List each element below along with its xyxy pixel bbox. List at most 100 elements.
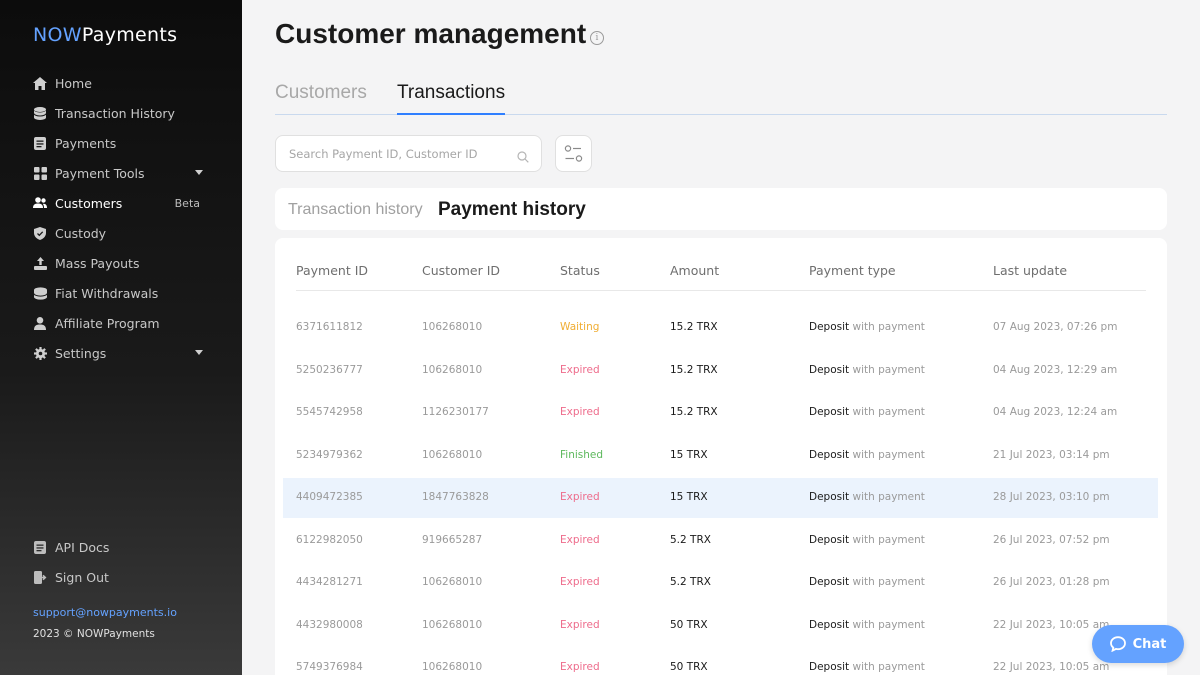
table-row[interactable]: 5545742958 1126230177 Expired 15.2 TRX Depos… <box>283 393 1158 433</box>
cell-payment-type: Deposit with payment <box>809 364 925 376</box>
column-header-last-update[interactable]: Last update <box>993 263 1067 278</box>
cell-status: Expired <box>560 363 600 376</box>
cell-last-update: 26 Jul 2023, 07:52 pm <box>993 533 1110 546</box>
column-header-customer-id[interactable]: Customer ID <box>422 263 500 278</box>
sidebar: NOWPayments Home Transaction History Pay… <box>0 0 242 675</box>
sidebar-item-label: Mass Payouts <box>55 255 140 271</box>
cell-payment-type: Deposit with payment <box>809 661 925 673</box>
beta-badge: Beta <box>174 196 200 210</box>
cell-last-update: 28 Jul 2023, 03:10 pm <box>993 491 1110 503</box>
sidebar-item-affiliate-program[interactable]: Affiliate Program <box>33 308 208 338</box>
table-row[interactable]: 6371611812 106268010 Waiting 15.2 TRX Deposi… <box>283 308 1158 348</box>
sidebar-item-transaction-history[interactable]: Transaction History <box>33 98 208 128</box>
table-row[interactable]: 4434281271 106268010 Expired 5.2 TRX Deposit… <box>283 563 1158 603</box>
sidebar-item-custody[interactable]: Custody <box>33 218 208 248</box>
filter-icon <box>556 145 591 175</box>
payment-type-main: Deposit <box>809 363 850 376</box>
payment-type-detail: with payment <box>849 533 925 546</box>
cell-amount: 50 TRX <box>670 618 708 631</box>
cell-payment-id: 4409472385 <box>296 491 363 503</box>
sidebar-item-payments[interactable]: Payments <box>33 128 208 158</box>
payment-type-main: Deposit <box>809 448 850 461</box>
cell-payment-type: Deposit with payment <box>809 619 925 631</box>
column-header-amount[interactable]: Amount <box>670 263 719 278</box>
cell-status: Expired <box>560 661 600 673</box>
sidebar-item-label: Customers <box>55 195 123 211</box>
user-icon <box>33 316 47 330</box>
tab-customers[interactable]: Customers <box>275 82 367 104</box>
cell-customer-id: 106268010 <box>422 576 483 588</box>
sidebar-item-label: Settings <box>55 345 107 361</box>
table-row[interactable]: 4409472385 1847763828 Expired 15 TRX Deposit… <box>283 478 1158 518</box>
cell-status: Expired <box>560 576 600 588</box>
search-icon[interactable] <box>517 148 529 167</box>
sidebar-nav: Home Transaction History Payments Paymen… <box>33 68 208 368</box>
logo[interactable]: NOWPayments <box>33 24 177 46</box>
cell-status: Expired <box>560 491 600 503</box>
payment-type-detail: with payment <box>849 448 925 461</box>
tab-transactions[interactable]: Transactions <box>397 82 506 115</box>
cell-amount: 15.2 TRX <box>670 406 718 418</box>
cell-payment-id: 4434281271 <box>296 576 363 588</box>
table-row[interactable]: 4432980008 106268010 Expired 50 TRX Deposit … <box>283 606 1158 646</box>
sidebar-bottom-nav: API Docs Sign Out <box>33 532 208 592</box>
sidebar-item-home[interactable]: Home <box>33 68 208 98</box>
chat-label: Chat <box>1132 636 1167 652</box>
cell-last-update: 04 Aug 2023, 12:24 am <box>993 406 1118 418</box>
sidebar-item-payment-tools[interactable]: Payment Tools <box>33 158 208 188</box>
cell-payment-type: Deposit with payment <box>809 321 925 333</box>
sidebar-item-settings[interactable]: Settings <box>33 338 208 368</box>
sidebar-item-label: Affiliate Program <box>55 315 160 331</box>
subtab-payment-history[interactable]: Payment history <box>438 199 586 221</box>
sidebar-item-label: Home <box>55 75 92 91</box>
filter-button[interactable] <box>555 135 592 172</box>
cell-last-update: 22 Jul 2023, 10:05 am <box>993 618 1110 631</box>
payment-type-main: Deposit <box>809 406 850 418</box>
info-icon[interactable]: i <box>590 31 604 45</box>
payment-type-main: Deposit <box>809 576 850 588</box>
sidebar-item-api-docs[interactable]: API Docs <box>33 532 208 562</box>
subtab-transaction-history[interactable]: Transaction history <box>288 201 423 219</box>
cell-payment-type: Deposit with payment <box>809 449 925 461</box>
cell-payment-type: Deposit with payment <box>809 491 925 503</box>
cell-status: Expired <box>560 406 600 418</box>
table-row[interactable]: 5749376984 106268010 Expired 50 TRX Deposit … <box>283 648 1158 675</box>
table-row[interactable]: 6122982050 919665287 Expired 5.2 TRX Deposit… <box>283 521 1158 561</box>
cell-last-update: 04 Aug 2023, 12:29 am <box>993 363 1118 376</box>
users-icon <box>33 196 47 210</box>
logo-payments: Payments <box>81 24 178 46</box>
sidebar-item-fiat-withdrawals[interactable]: Fiat Withdrawals <box>33 278 208 308</box>
sidebar-item-sign-out[interactable]: Sign Out <box>33 562 208 592</box>
sidebar-item-customers[interactable]: Customers Beta <box>33 188 208 218</box>
sign-out-icon <box>33 570 47 584</box>
column-header-payment-id[interactable]: Payment ID <box>296 263 368 278</box>
chat-icon <box>1109 636 1126 652</box>
sidebar-item-label: Fiat Withdrawals <box>55 285 159 301</box>
sidebar-item-mass-payouts[interactable]: Mass Payouts <box>33 248 208 278</box>
column-header-payment-type[interactable]: Payment type <box>809 263 896 278</box>
payment-type-detail: with payment <box>849 363 925 376</box>
column-header-status[interactable]: Status <box>560 263 600 278</box>
sidebar-item-label: Payments <box>55 135 117 151</box>
cell-last-update: 21 Jul 2023, 03:14 pm <box>993 448 1110 461</box>
cell-customer-id: 106268010 <box>422 618 483 631</box>
support-email-link[interactable]: support@nowpayments.io <box>33 606 177 619</box>
cell-status: Waiting <box>560 321 600 333</box>
cell-customer-id: 919665287 <box>422 533 483 546</box>
cell-payment-type: Deposit with payment <box>809 576 925 588</box>
search-input[interactable] <box>276 136 501 171</box>
search-box <box>275 135 542 172</box>
sidebar-item-label: Sign Out <box>55 569 109 585</box>
chat-button[interactable]: Chat <box>1092 625 1184 663</box>
chevron-down-icon <box>195 170 203 175</box>
cell-last-update: 07 Aug 2023, 07:26 pm <box>993 321 1118 333</box>
payment-type-detail: with payment <box>849 321 925 333</box>
page-title: Customer management <box>275 18 587 49</box>
table-row[interactable]: 5234979362 106268010 Finished 15 TRX Deposit… <box>283 436 1158 476</box>
cell-payment-type: Deposit with payment <box>809 406 925 418</box>
table-row[interactable]: 5250236777 106268010 Expired 15.2 TRX Deposi… <box>283 351 1158 391</box>
payment-type-detail: with payment <box>849 618 925 631</box>
sidebar-item-label: Transaction History <box>55 105 175 121</box>
sidebar-item-label: Custody <box>55 225 107 241</box>
cell-status: Finished <box>560 448 604 461</box>
